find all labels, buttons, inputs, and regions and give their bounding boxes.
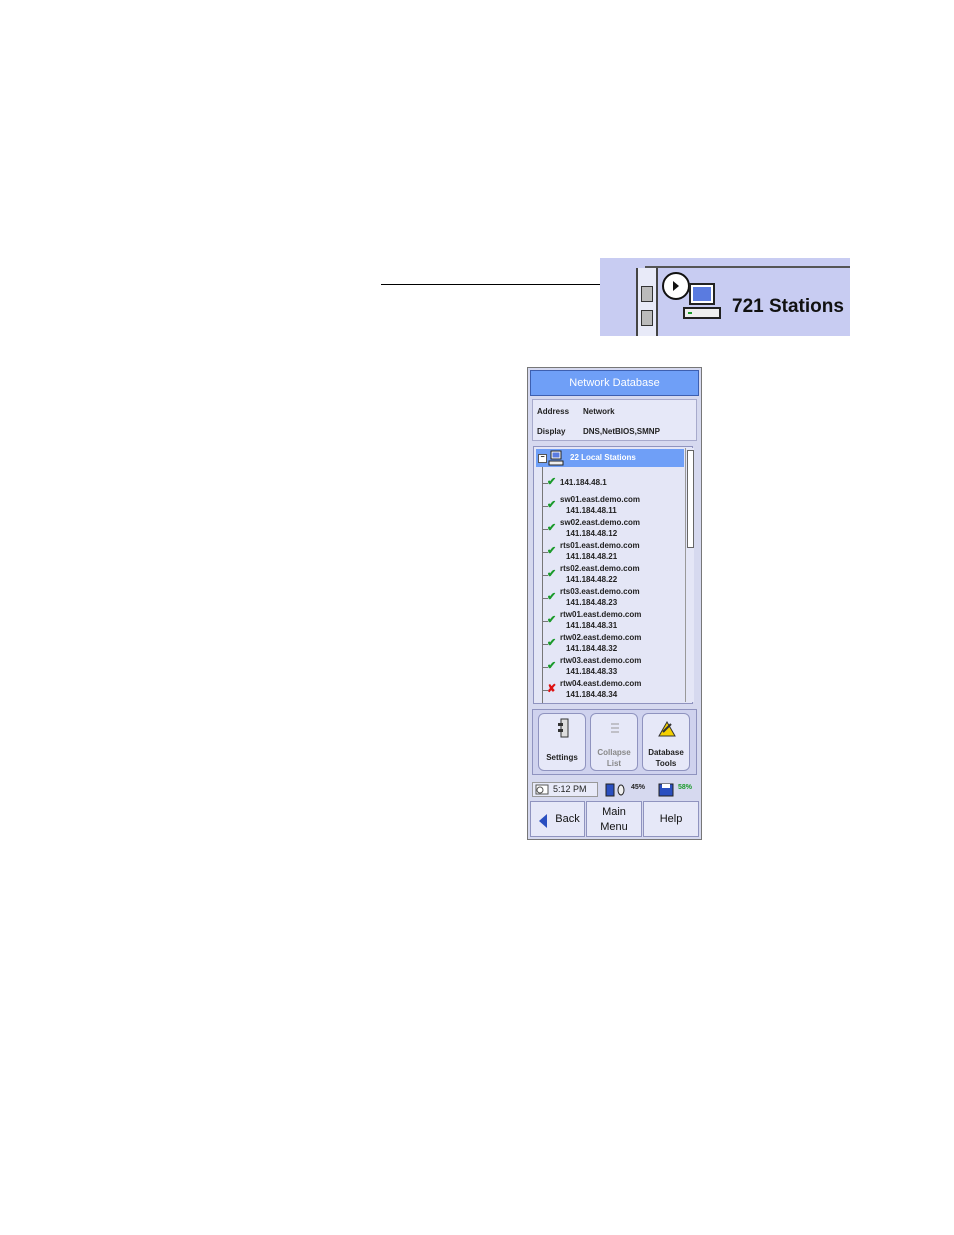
tree-scrollbar[interactable]	[685, 448, 694, 702]
station-tree[interactable]: − 22 Local Stations ✔ 141.184.48.1 ✔ sw0…	[533, 446, 693, 704]
tree-root-label: 22 Local Stations	[570, 453, 636, 462]
station-ip: 141.184.48.11	[566, 506, 617, 515]
check-icon: ✔	[547, 545, 557, 557]
settings-button[interactable]: Settings	[538, 713, 586, 771]
disk-icon	[658, 783, 674, 797]
settings-icon	[558, 718, 569, 738]
station-name: 141.184.48.1	[560, 478, 607, 487]
info-value: DNS,NetBIOS,SMNP	[583, 427, 660, 436]
clock-time: 5:12 PM	[553, 784, 587, 794]
info-row-address: Address Network	[537, 407, 615, 419]
station-name: sw02.east.demo.com	[560, 518, 641, 527]
check-icon: ✔	[547, 614, 557, 626]
info-label: Display	[537, 427, 566, 436]
computer-icon	[548, 450, 564, 466]
zoom-station-count: 721 Stations	[732, 296, 844, 317]
database-tools-button[interactable]: Database Tools	[642, 713, 690, 771]
info-label: Address	[537, 407, 570, 416]
help-label: Help	[659, 813, 683, 825]
zoom-slot	[641, 310, 653, 326]
station-ip: 141.184.48.31	[566, 621, 618, 630]
error-x-icon: ✘	[547, 683, 557, 695]
collapse-label-line1: Collapse	[597, 748, 631, 757]
station-ip: 141.184.48.34	[566, 690, 618, 699]
station-name: sw01.east.demo.com	[560, 495, 641, 504]
hammer-icon	[658, 720, 676, 737]
station-name: rts01.east.demo.com	[560, 541, 640, 550]
station-name: rts02.east.demo.com	[560, 564, 640, 573]
zoom-slot	[641, 286, 653, 302]
station-ip: 141.184.48.23	[566, 598, 618, 607]
main-menu-line2: Menu	[600, 821, 628, 833]
check-icon: ✔	[547, 522, 557, 534]
dbtools-label-line2: Tools	[655, 759, 677, 768]
check-icon: ✔	[547, 476, 557, 488]
computer-icon	[683, 283, 721, 319]
collapse-list-icon	[611, 723, 619, 733]
info-panel: Address Network Display DNS,NetBIOS,SMNP	[532, 399, 697, 441]
collapse-toggle-icon[interactable]: −	[538, 454, 547, 463]
action-toolbar: Settings Collapse List Database Tools	[532, 709, 697, 775]
main-menu-line1: Main	[602, 806, 626, 818]
clock: 5:12 PM	[532, 782, 598, 797]
back-button[interactable]: Back	[530, 801, 585, 837]
station-ip: 141.184.48.32	[566, 644, 618, 653]
settings-label: Settings	[546, 753, 578, 762]
battery-percent: 45%	[631, 784, 646, 791]
zoom-side-bar	[636, 268, 658, 336]
scrollbar-thumb[interactable]	[687, 450, 694, 548]
device-window: Network Database Address Network Display D…	[527, 367, 702, 840]
station-ip: 141.184.48.33	[566, 667, 618, 676]
station-name: rtw01.east.demo.com	[560, 610, 642, 619]
zoom-inset: 721 Stations	[600, 258, 850, 336]
check-icon: ✔	[547, 499, 557, 511]
help-button[interactable]: Help	[643, 801, 699, 837]
info-value: Network	[583, 407, 615, 416]
status-bar: 5:12 PM 45% 58%	[531, 781, 698, 799]
station-ip: 141.184.48.12	[566, 529, 618, 538]
station-ip: 141.184.48.21	[566, 552, 618, 561]
disk-percent: 58%	[678, 784, 693, 791]
tree-root-local-stations[interactable]: − 22 Local Stations	[536, 449, 684, 467]
nav-bar: Back Main Menu Help	[530, 801, 699, 837]
main-menu-button[interactable]: Main Menu	[586, 801, 642, 837]
check-icon: ✔	[547, 660, 557, 672]
clock-icon	[535, 784, 549, 795]
battery-icon	[605, 783, 625, 797]
station-name: rtw03.east.demo.com	[560, 656, 642, 665]
window-title: Network Database	[530, 370, 699, 396]
station-name: rtw04.east.demo.com	[560, 679, 642, 688]
dbtools-label-line1: Database	[648, 748, 684, 757]
station-name: rts03.east.demo.com	[560, 587, 640, 596]
station-ip: 141.184.48.22	[566, 575, 618, 584]
check-icon: ✔	[547, 637, 557, 649]
zoom-frame-edge	[645, 266, 850, 268]
check-icon: ✔	[547, 568, 557, 580]
collapse-list-button[interactable]: Collapse List	[590, 713, 638, 771]
info-row-display: Display DNS,NetBIOS,SMNP	[537, 427, 660, 439]
station-name: rtw02.east.demo.com	[560, 633, 642, 642]
check-icon: ✔	[547, 591, 557, 603]
collapse-label-line2: List	[606, 759, 622, 768]
